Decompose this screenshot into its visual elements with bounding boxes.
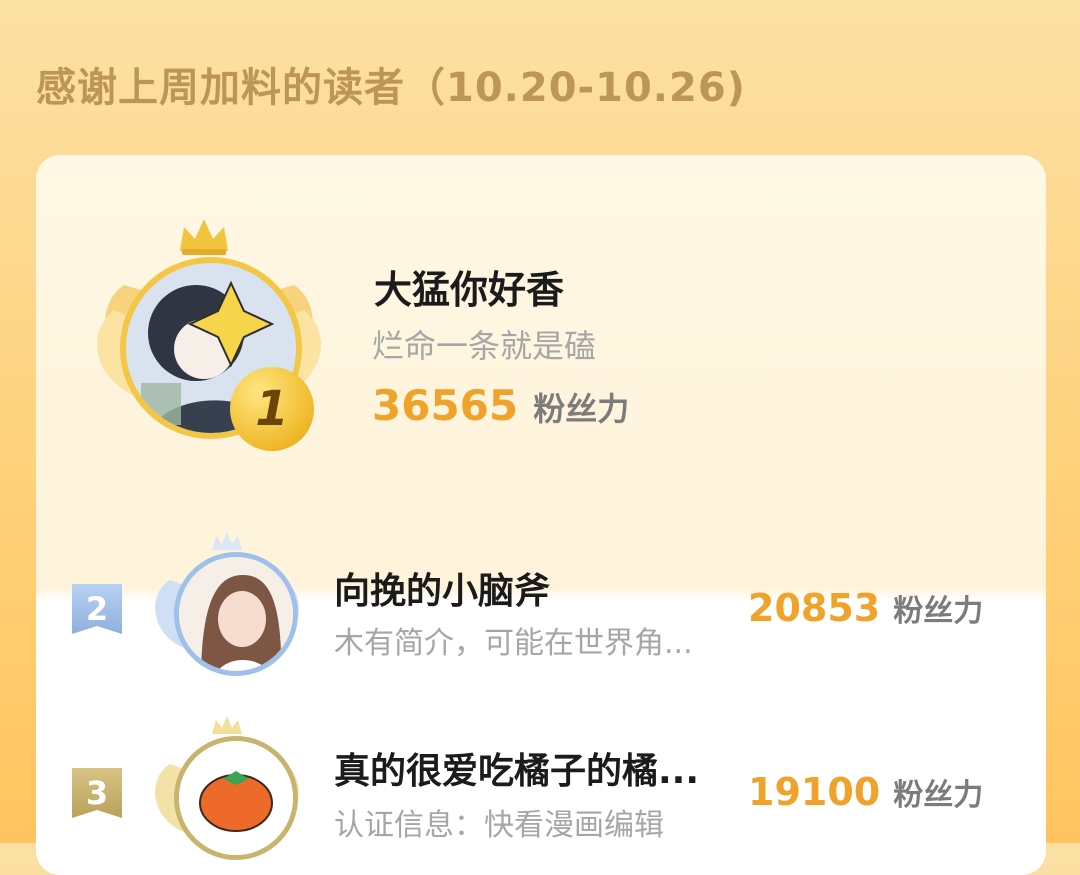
reader-row-2[interactable]: 2 向挽的小脑斧 木有简介，可能在世界角... 20853 粉丝力 bbox=[36, 530, 1046, 690]
top-reader-score: 36565 bbox=[372, 381, 519, 430]
reader-row-3[interactable]: 3 真的很爱吃橘子的橘... 认证信息：快看漫画编辑 19100 粉丝力 bbox=[36, 710, 1046, 875]
reader-2-score-unit: 粉丝力 bbox=[893, 594, 984, 629]
reader-2-name: 向挽的小脑斧 bbox=[334, 571, 551, 612]
rank-3-badge: 3 bbox=[72, 768, 122, 818]
reader-2-score: 20853 bbox=[748, 586, 881, 630]
top-reader-name: 大猛你好香 bbox=[374, 268, 565, 312]
reader-2-score-block: 20853 粉丝力 bbox=[748, 586, 983, 630]
reader-2-desc: 木有简介，可能在世界角... bbox=[334, 626, 693, 661]
reader-3-name: 真的很爱吃橘子的橘... bbox=[334, 751, 700, 792]
rank-2-number: 2 bbox=[85, 590, 109, 628]
avatar[interactable] bbox=[174, 736, 298, 860]
reader-3-desc: 认证信息：快看漫画编辑 bbox=[334, 808, 664, 843]
rank-1-number: 1 bbox=[255, 381, 289, 437]
ranking-card: 1 大猛你好香 烂命一条就是磕 36565 粉丝力 2 向挽的小脑斧 木有简介，… bbox=[36, 155, 1046, 875]
reader-3-score-unit: 粉丝力 bbox=[893, 778, 984, 813]
rank-2-badge: 2 bbox=[72, 584, 122, 634]
reader-3-score: 19100 bbox=[748, 770, 881, 814]
crown-icon bbox=[180, 219, 228, 255]
reader-3-score-block: 19100 粉丝力 bbox=[748, 770, 983, 814]
tangerine-icon bbox=[179, 741, 293, 855]
top-reader-score-unit: 粉丝力 bbox=[533, 390, 630, 428]
top-reader-row[interactable]: 1 大猛你好香 烂命一条就是磕 36565 粉丝力 bbox=[36, 155, 1046, 515]
page-title: 感谢上周加料的读者（10.20-10.26) bbox=[36, 65, 746, 111]
top-reader-score-block: 36565 粉丝力 bbox=[372, 381, 629, 430]
rank-3-number: 3 bbox=[85, 774, 109, 812]
avatar[interactable] bbox=[174, 552, 298, 676]
rank-1-badge: 1 bbox=[230, 367, 314, 451]
top-reader-desc: 烂命一条就是磕 bbox=[372, 327, 597, 365]
